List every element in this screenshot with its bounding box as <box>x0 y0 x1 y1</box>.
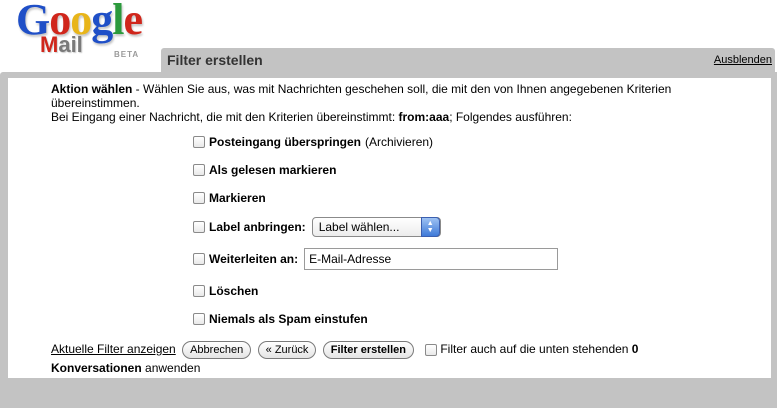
back-button[interactable]: « Zurück <box>257 340 317 359</box>
logo-letter-m: M <box>40 32 59 57</box>
skip-inbox-checkbox[interactable] <box>193 136 205 148</box>
action-description: Aktion wählen - Wählen Sie aus, was mit … <box>51 82 751 124</box>
filter-content: Aktion wählen - Wählen Sie aus, was mit … <box>8 78 771 378</box>
skip-inbox-label: Posteingang überspringen <box>209 135 362 149</box>
cancel-button[interactable]: Abbrechen <box>182 340 252 359</box>
mark-read-label: Als gelesen markieren <box>209 163 337 177</box>
delete-checkbox[interactable] <box>193 285 205 297</box>
label-select[interactable]: Label wählen... ▲ ▼ <box>311 217 441 237</box>
logo-letters-ail: ail <box>58 32 83 57</box>
never-spam-label: Niemals als Spam einstufen <box>209 312 368 326</box>
apply-label-checkbox[interactable] <box>193 221 205 233</box>
hide-link[interactable]: Ausblenden <box>714 54 772 66</box>
beta-badge: BETA <box>114 50 140 59</box>
gmail-page: Google Mail BETA Filter erstellen Ausble… <box>0 0 783 411</box>
delete-label: Löschen <box>209 284 259 298</box>
show-filters-link[interactable]: Aktuelle Filter anzeigen <box>51 342 176 356</box>
criteria-prefix: Bei Eingang einer Nachricht, die mit den… <box>51 110 399 124</box>
option-star: Markieren <box>193 188 266 208</box>
page-title: Filter erstellen <box>167 52 263 68</box>
never-spam-checkbox[interactable] <box>193 313 205 325</box>
option-skip-inbox: Posteingang überspringen (Archivieren) <box>193 132 433 152</box>
option-mark-read: Als gelesen markieren <box>193 160 336 180</box>
apply-existing-text: Filter auch auf die unten stehenden <box>440 342 632 356</box>
option-apply-label: Label anbringen: Label wählen... ▲ ▼ <box>193 217 441 237</box>
apply-existing-count: 0 <box>631 342 639 356</box>
forward-checkbox[interactable] <box>193 253 205 265</box>
star-checkbox[interactable] <box>193 192 205 204</box>
option-delete: Löschen <box>193 281 258 301</box>
action-text: - Wählen Sie aus, was mit Nachrichten ge… <box>51 82 672 110</box>
mark-read-checkbox[interactable] <box>193 164 205 176</box>
skip-inbox-note: (Archivieren) <box>365 135 434 149</box>
star-label: Markieren <box>209 191 266 205</box>
criteria-value: from:aaa <box>398 110 450 124</box>
logo-letter-g2: g <box>91 0 113 44</box>
forward-email-input[interactable]: E-Mail-Adresse <box>304 248 559 270</box>
filter-panel: Aktion wählen - Wählen Sie aus, was mit … <box>0 72 777 408</box>
filter-actions: Aktuelle Filter anzeigen Abbrechen « Zur… <box>51 340 751 377</box>
mail-wordmark: Mail <box>40 32 83 58</box>
option-never-spam: Niemals als Spam einstufen <box>193 309 368 329</box>
apply-existing-word: Konversationen <box>51 360 142 375</box>
filter-header: Filter erstellen Ausblenden <box>161 48 775 72</box>
logo-letter-e: e <box>123 0 143 44</box>
criteria-suffix: ; Folgendes ausführen: <box>449 110 572 124</box>
create-filter-button[interactable]: Filter erstellen <box>322 340 414 359</box>
forward-label: Weiterleiten an: <box>209 252 299 266</box>
apply-existing-checkbox[interactable] <box>425 343 438 356</box>
logo-letter-l: l <box>112 0 124 44</box>
option-forward: Weiterleiten an: E-Mail-Adresse <box>193 248 559 270</box>
select-arrows-icon: ▲ ▼ <box>420 217 440 237</box>
apply-label-label: Label anbringen: <box>209 220 306 234</box>
apply-existing-suffix: anwenden <box>141 360 201 375</box>
action-heading: Aktion wählen <box>51 82 133 96</box>
label-select-value: Label wählen... <box>318 220 400 234</box>
gmail-logo[interactable]: Google Mail BETA <box>10 0 160 64</box>
